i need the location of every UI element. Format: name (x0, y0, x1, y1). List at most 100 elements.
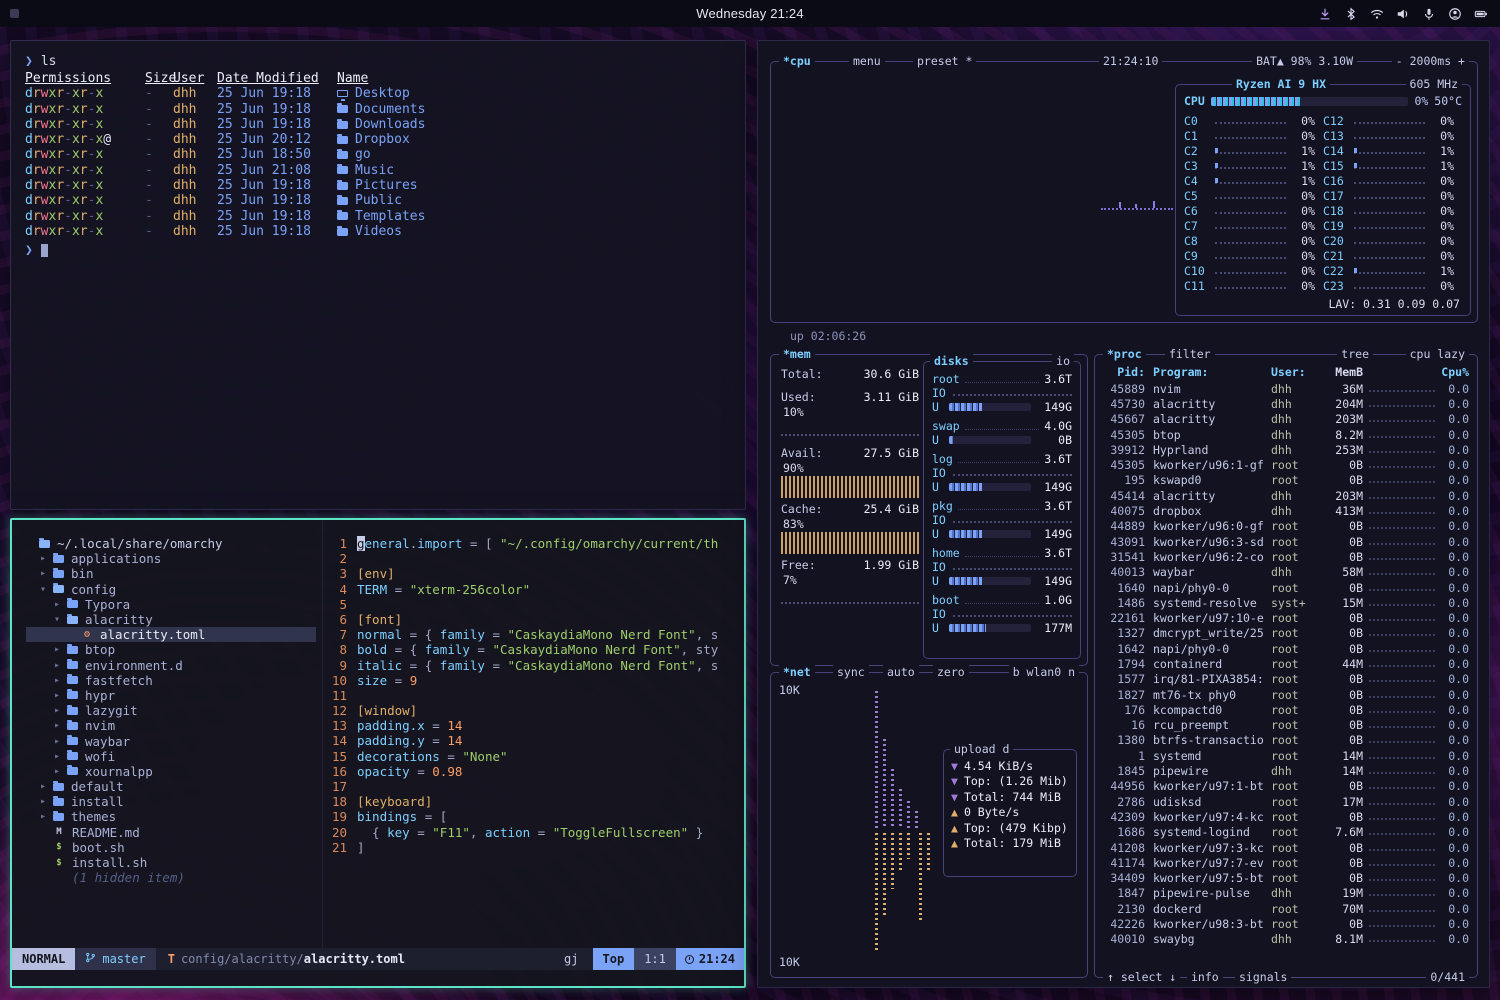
proc-info-button[interactable]: info (1187, 970, 1223, 985)
process-row[interactable]: 1327dmcrypt_write/25root0B0.0 (1103, 626, 1469, 641)
tree-item[interactable]: ▸bin (26, 566, 322, 581)
code-line[interactable]: 14padding.y = 14 (323, 733, 744, 748)
tree-item[interactable]: ▸fastfetch (26, 673, 322, 688)
code-line[interactable]: 2 (323, 551, 744, 566)
tree-item[interactable]: ▸applications (26, 551, 322, 566)
code-line[interactable]: 8bold = { family = "CaskaydiaMono Nerd F… (323, 642, 744, 657)
code-line[interactable]: 9italic = { family = "CaskaydiaMono Nerd… (323, 658, 744, 673)
tree-item[interactable]: alacritty.toml (26, 627, 316, 642)
process-row[interactable]: 195kswapd0root0B0.0 (1103, 473, 1469, 488)
microphone-icon[interactable] (1421, 6, 1436, 21)
tree-item[interactable]: install.sh (26, 855, 322, 870)
process-row[interactable]: 41208kworker/u97:3-kcroot0B0.0 (1103, 840, 1469, 855)
code-line[interactable]: 13padding.x = 14 (323, 718, 744, 733)
tree-item[interactable]: boot.sh (26, 840, 322, 855)
net-zero-toggle[interactable]: zero (933, 665, 969, 680)
code-line[interactable]: 17 (323, 779, 744, 794)
process-row[interactable]: 1686systemd-logindroot7.6M0.0 (1103, 825, 1469, 840)
tree-item[interactable]: ▸environment.d (26, 658, 322, 673)
code-line[interactable]: 12[window] (323, 703, 744, 718)
proc-filter-button[interactable]: filter (1165, 347, 1215, 362)
proc-tree-toggle[interactable]: tree (1337, 347, 1373, 362)
net-sync-toggle[interactable]: sync (833, 665, 869, 680)
tree-item[interactable]: ▸themes (26, 809, 322, 824)
process-row[interactable]: 44956kworker/u97:1-btroot0B0.0 (1103, 779, 1469, 794)
process-row[interactable]: 31541kworker/u96:2-coroot0B0.0 (1103, 549, 1469, 564)
process-row[interactable]: 40013waybardhh58M0.0 (1103, 565, 1469, 580)
process-row[interactable]: 1794containerdroot44M0.0 (1103, 656, 1469, 671)
tree-item[interactable]: ▸default (26, 779, 322, 794)
process-row[interactable]: 1640napi/phy0-0root0B0.0 (1103, 580, 1469, 595)
code-line[interactable]: 10size = 9 (323, 673, 744, 688)
preset-button[interactable]: preset * (913, 54, 976, 69)
proc-sort-selector[interactable]: cpu lazy (1406, 347, 1469, 362)
tree-item[interactable]: ~/.local/share/omarchy (26, 536, 322, 551)
net-auto-toggle[interactable]: auto (883, 665, 919, 680)
code-editor[interactable]: 1general.import = [ "~/.config/omarchy/c… (322, 520, 744, 948)
tree-item[interactable]: ▾alacritty (26, 612, 322, 627)
account-icon[interactable] (1447, 6, 1462, 21)
bluetooth-icon[interactable] (1343, 6, 1358, 21)
tree-item[interactable]: ▸btop (26, 642, 322, 657)
process-row[interactable]: 45889nvimdhh36M0.0 (1103, 381, 1469, 396)
proc-select-nav[interactable]: ↑ select ↓ (1103, 970, 1180, 985)
tree-item[interactable]: ▸waybar (26, 733, 322, 748)
code-line[interactable]: 6[font] (323, 612, 744, 627)
code-line[interactable]: 15decorations = "None" (323, 749, 744, 764)
process-row[interactable]: 40075dropboxdhh413M0.0 (1103, 503, 1469, 518)
process-row[interactable]: 2130dockerdroot70M0.0 (1103, 901, 1469, 916)
update-interval[interactable]: - 2000ms + (1392, 54, 1469, 69)
proc-signals-button[interactable]: signals (1235, 970, 1291, 985)
process-row[interactable]: 1847pipewire-pulsedhh19M0.0 (1103, 886, 1469, 901)
process-row[interactable]: 2786udisksdroot17M0.0 (1103, 794, 1469, 809)
tree-item[interactable]: (1 hidden item) (26, 870, 322, 885)
process-row[interactable]: 40010swaybgdhh8.1M0.0 (1103, 932, 1469, 947)
code-line[interactable]: 21] (323, 840, 744, 855)
net-interface[interactable]: b wlan0 n (1009, 665, 1079, 680)
code-line[interactable]: 1general.import = [ "~/.config/omarchy/c… (323, 536, 744, 551)
process-row[interactable]: 1577irq/81-PIXA3854:root0B0.0 (1103, 672, 1469, 687)
process-row[interactable]: 45305btopdhh8.2M0.0 (1103, 427, 1469, 442)
code-line[interactable]: 4TERM = "xterm-256color" (323, 582, 744, 597)
process-row[interactable]: 16rcu_preemptroot0B0.0 (1103, 718, 1469, 733)
process-row[interactable]: 1486systemd-resolvesyst+15M0.0 (1103, 595, 1469, 610)
code-line[interactable]: 3[env] (323, 566, 744, 581)
code-line[interactable]: 16opacity = 0.98 (323, 764, 744, 779)
process-row[interactable]: 41174kworker/u97:7-evroot0B0.0 (1103, 855, 1469, 870)
volume-icon[interactable] (1395, 6, 1410, 21)
process-row[interactable]: 45305kworker/u96:1-gfroot0B0.0 (1103, 457, 1469, 472)
code-line[interactable]: 20 { key = "F11", action = "ToggleFullsc… (323, 825, 744, 840)
code-line[interactable]: 19bindings = [ (323, 809, 744, 824)
menu-button[interactable]: menu (849, 54, 885, 69)
tree-item[interactable]: ▸Typora (26, 597, 322, 612)
process-row[interactable]: 1642napi/phy0-0root0B0.0 (1103, 641, 1469, 656)
process-row[interactable]: 42309kworker/u97:4-kcroot0B0.0 (1103, 809, 1469, 824)
process-row[interactable]: 45414alacrittydhh203M0.0 (1103, 488, 1469, 503)
tree-item[interactable]: ▸install (26, 794, 322, 809)
process-row[interactable]: 1827mt76-tx phy0root0B0.0 (1103, 687, 1469, 702)
tree-item[interactable]: ▸nvim (26, 718, 322, 733)
tray-arrow-icon[interactable] (1317, 6, 1332, 21)
process-row[interactable]: 1systemdroot14M0.0 (1103, 748, 1469, 763)
process-row[interactable]: 45667alacrittydhh203M0.0 (1103, 412, 1469, 427)
code-line[interactable]: 7normal = { family = "CaskaydiaMono Nerd… (323, 627, 744, 642)
process-row[interactable]: 1845pipewiredhh14M0.0 (1103, 763, 1469, 778)
code-line[interactable]: 11 (323, 688, 744, 703)
tree-item[interactable]: ▸lazygit (26, 703, 322, 718)
process-row[interactable]: 45730alacrittydhh204M0.0 (1103, 396, 1469, 411)
code-line[interactable]: 18[keyboard] (323, 794, 744, 809)
wifi-icon[interactable] (1369, 6, 1384, 21)
process-row[interactable]: 1380btrfs-transactioroot0B0.0 (1103, 733, 1469, 748)
code-line[interactable]: 5 (323, 597, 744, 612)
process-row[interactable]: 22161kworker/u97:10-eroot0B0.0 (1103, 610, 1469, 625)
tree-item[interactable]: ▸hypr (26, 688, 322, 703)
tree-item[interactable]: ▾config (26, 582, 322, 597)
tree-item[interactable]: README.md (26, 825, 322, 840)
process-row[interactable]: 39912Hyprlanddhh253M0.0 (1103, 442, 1469, 457)
process-row[interactable]: 42226kworker/u98:3-btroot0B0.0 (1103, 916, 1469, 931)
process-row[interactable]: 34409kworker/u97:5-btroot0B0.0 (1103, 871, 1469, 886)
process-row[interactable]: 176kcompactd0root0B0.0 (1103, 702, 1469, 717)
battery-icon[interactable] (1473, 6, 1488, 21)
process-row[interactable]: 43091kworker/u96:3-sdroot0B0.0 (1103, 534, 1469, 549)
tree-item[interactable]: ▸xournalpp (26, 764, 322, 779)
